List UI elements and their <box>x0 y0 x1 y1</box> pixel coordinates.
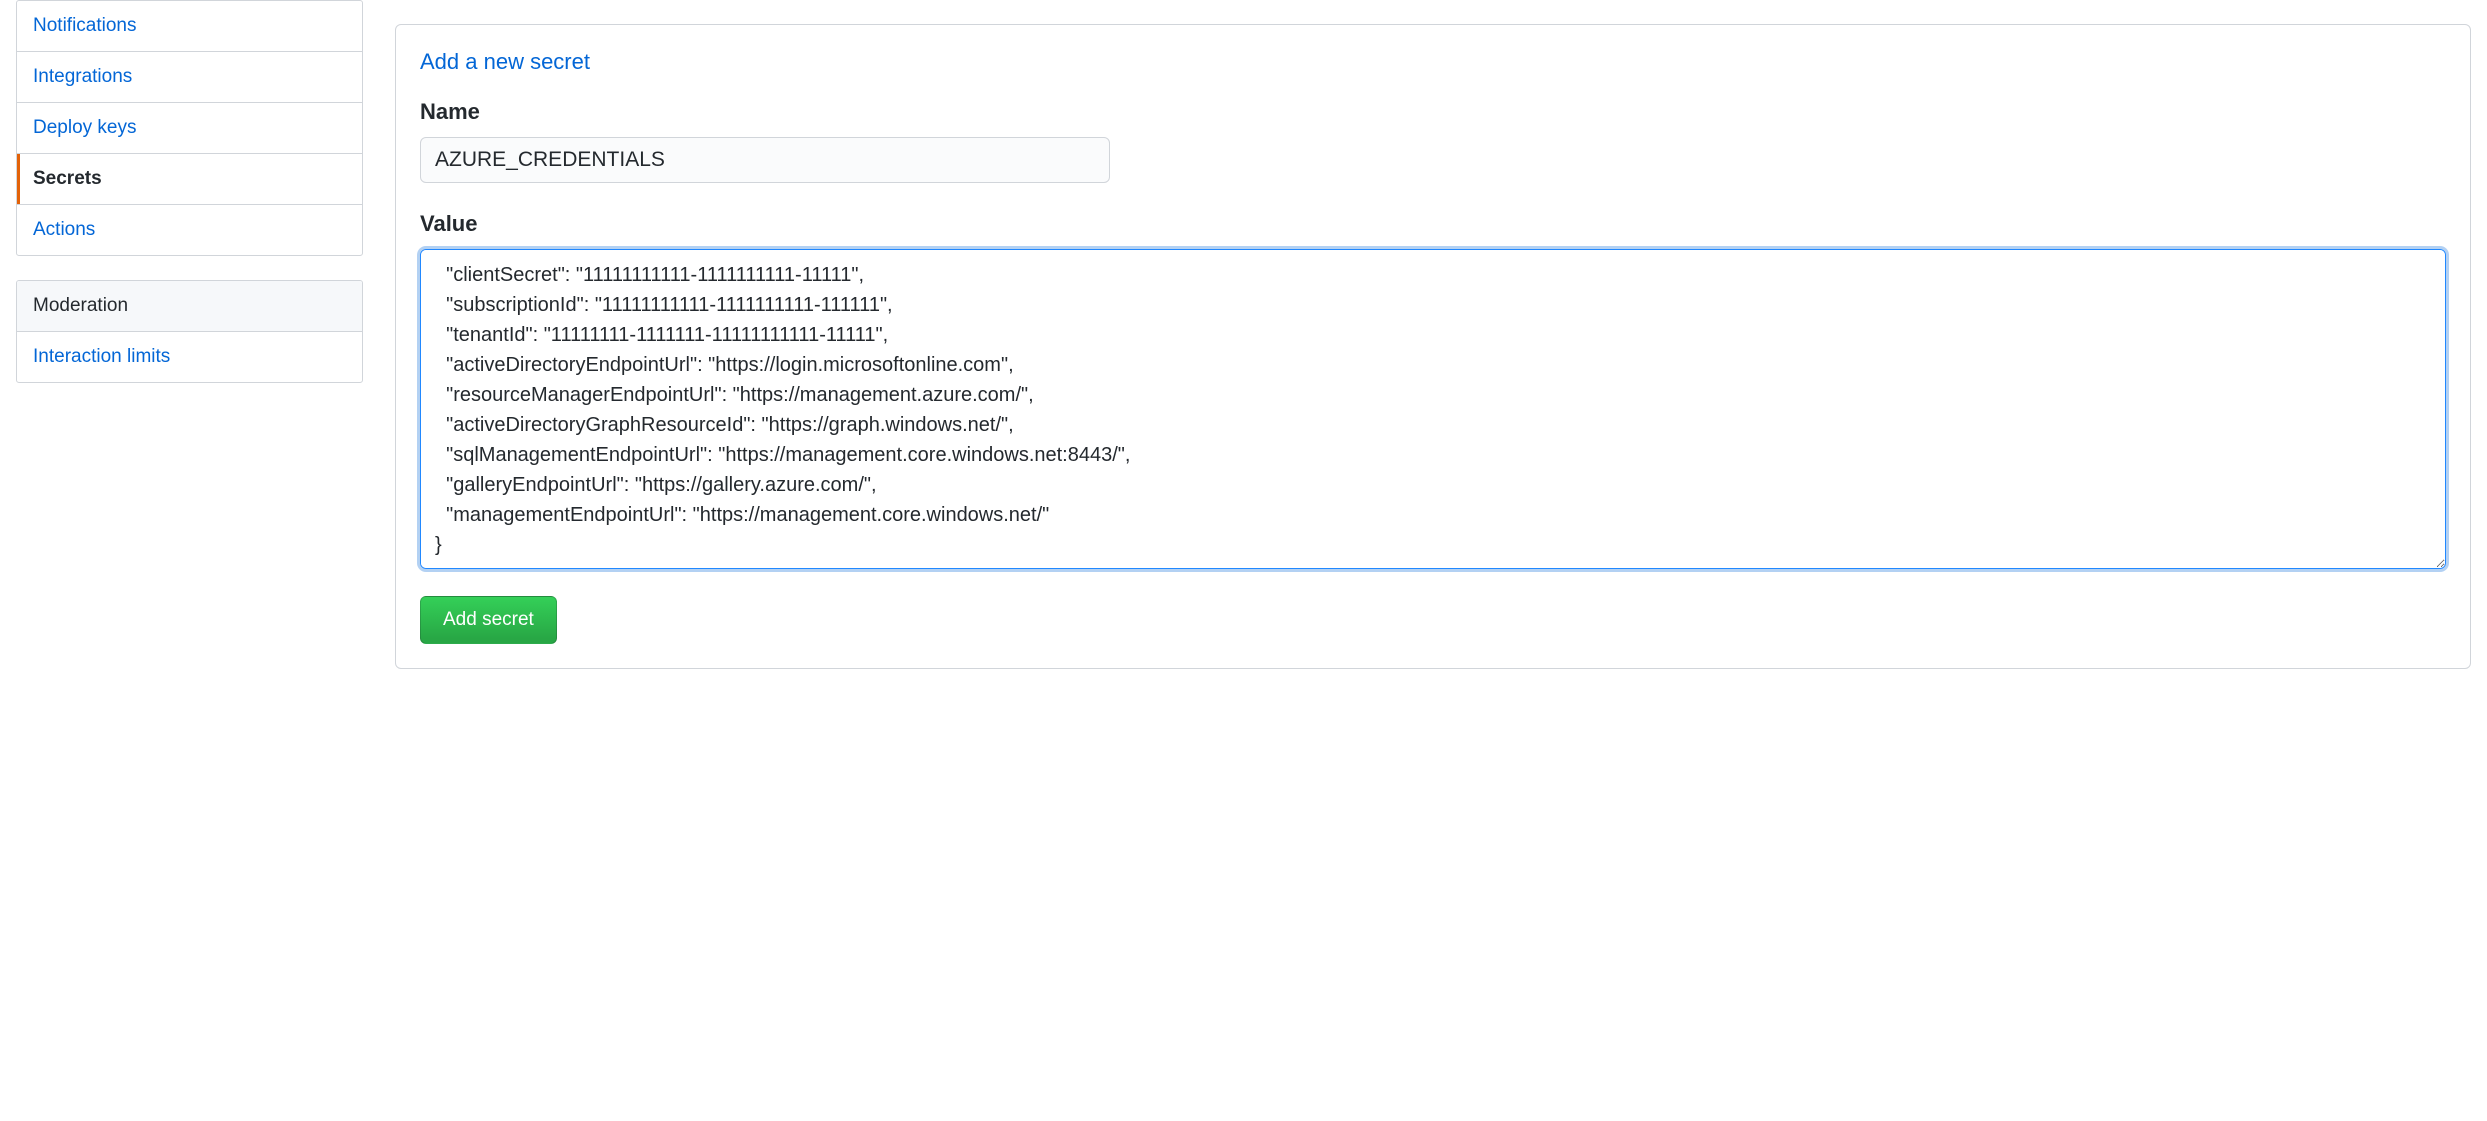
secret-name-input[interactable] <box>420 137 1110 183</box>
sidebar-item-interaction-limits[interactable]: Interaction limits <box>17 332 362 382</box>
sidebar-item-deploy-keys[interactable]: Deploy keys <box>17 103 362 154</box>
sidebar-primary-list: Notifications Integrations Deploy keys S… <box>16 0 363 256</box>
add-secret-button[interactable]: Add secret <box>420 596 557 644</box>
form-title: Add a new secret <box>420 49 2446 75</box>
sidebar-item-notifications[interactable]: Notifications <box>17 1 362 52</box>
name-label: Name <box>420 99 2446 125</box>
sidebar-item-actions[interactable]: Actions <box>17 205 362 255</box>
settings-sidebar: Notifications Integrations Deploy keys S… <box>16 0 363 669</box>
value-label: Value <box>420 211 2446 237</box>
main-content: Add a new secret Name Value Add secret <box>395 0 2471 669</box>
sidebar-moderation-list: Moderation Interaction limits <box>16 280 363 383</box>
sidebar-item-integrations[interactable]: Integrations <box>17 52 362 103</box>
sidebar-moderation-header: Moderation <box>17 281 362 332</box>
add-secret-panel: Add a new secret Name Value Add secret <box>395 24 2471 669</box>
secret-value-textarea[interactable] <box>420 249 2446 569</box>
sidebar-item-secrets[interactable]: Secrets <box>17 154 362 205</box>
